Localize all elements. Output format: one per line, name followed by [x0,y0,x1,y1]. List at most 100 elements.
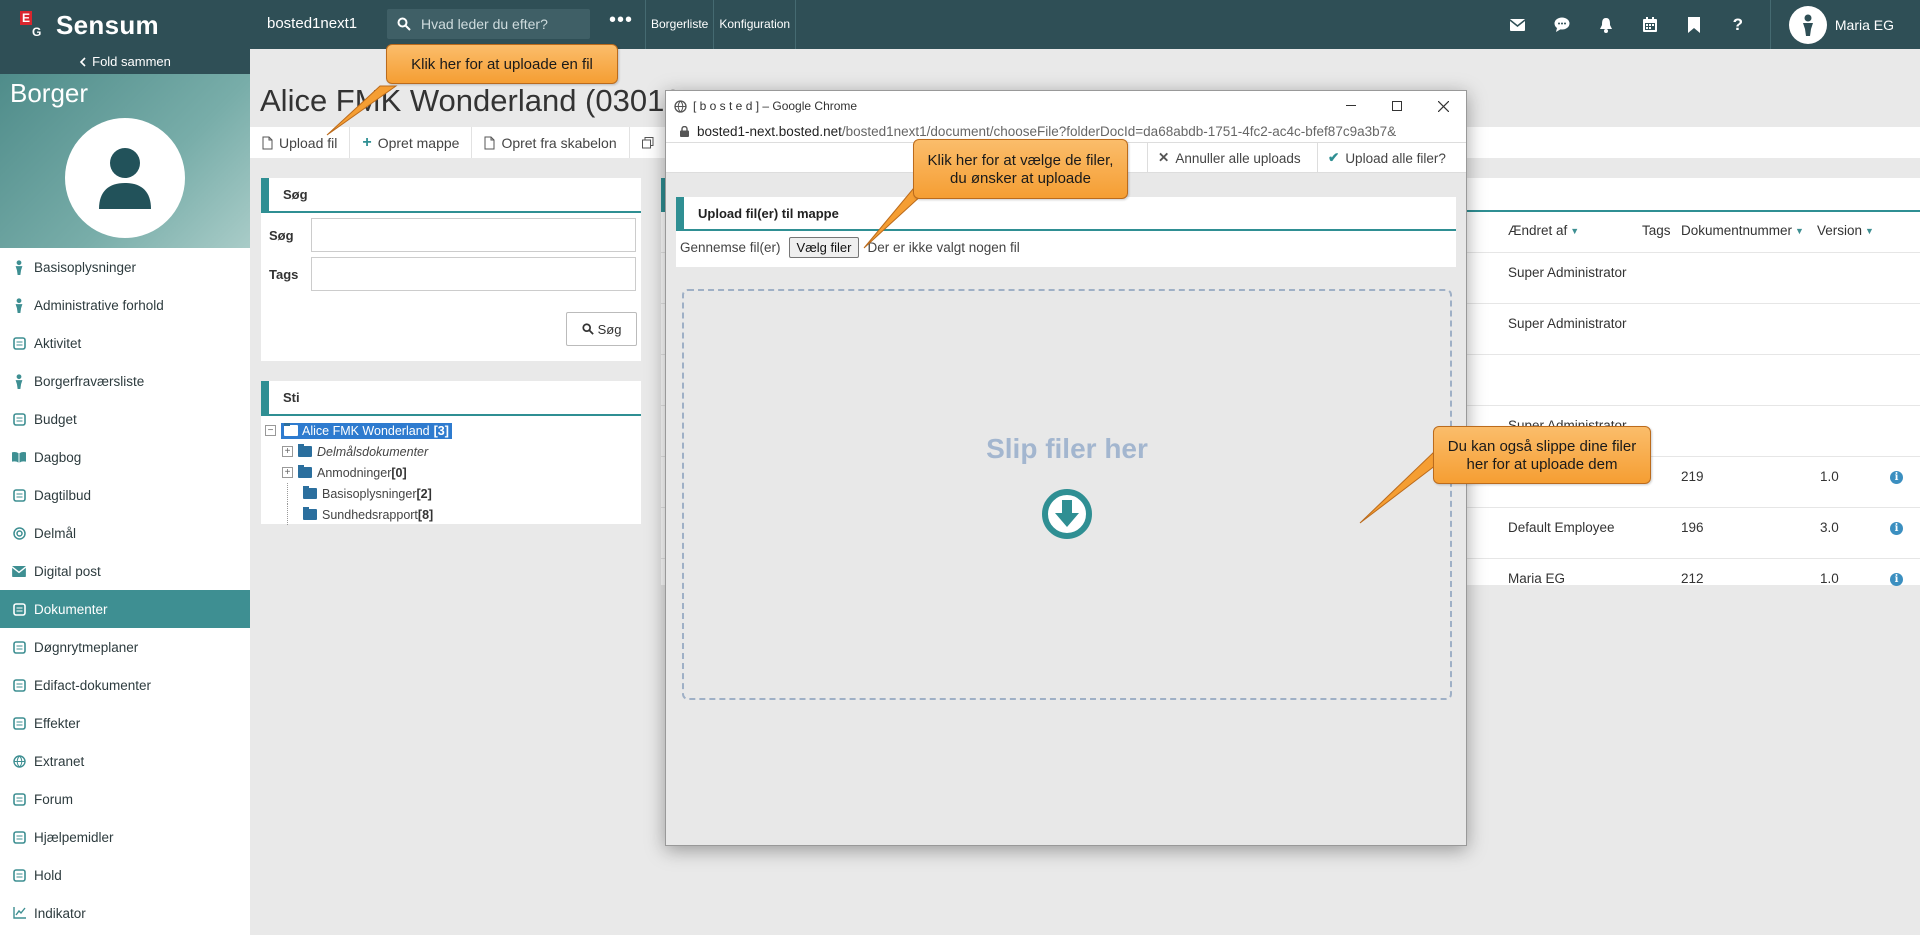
no-file-text: Der er ikke valgt nogen fil [867,240,1020,255]
search-button[interactable]: Søg [566,312,637,346]
lock-icon [680,126,689,137]
sidebar-item-borgerfraværsliste[interactable]: Borgerfraværsliste [0,362,250,400]
upload-label: Upload fil [279,134,338,151]
document-icon [12,602,26,616]
avatar [1788,5,1827,44]
info-icon[interactable]: i [1890,471,1903,484]
chevron-left-icon [79,56,86,67]
sidebar-item-label: Borgerfraværsliste [34,373,145,389]
create-from-template-button[interactable]: Opret fra skabelon [472,127,630,158]
column-header-document-number[interactable]: Dokumentnummer ▼ [1681,223,1804,238]
book-icon [12,450,26,464]
sidebar-item-budget[interactable]: Budget [0,400,250,438]
help-icon[interactable]: ? [1716,0,1760,49]
choose-files-button[interactable]: Vælg filer [788,237,860,258]
search-input[interactable] [421,16,581,32]
tags-field[interactable] [311,257,636,291]
sidebar-item-label: Dokumenter [34,601,108,617]
create-folder-button[interactable]: + Opret mappe [350,127,473,158]
copy-button[interactable] [630,127,666,158]
sidebar-item-døgnrytmeplaner[interactable]: Døgnrytmeplaner [0,628,250,666]
sidebar-item-indikator[interactable]: Indikator [0,894,250,932]
sidebar-item-aktivitet[interactable]: Aktivitet [0,324,250,362]
cancel-all-uploads-button[interactable]: ✕ Annuller alle uploads [1147,143,1311,173]
forum-icon [12,792,26,806]
sidebar-item-effekter[interactable]: Effekter [0,704,250,742]
from-template-label: Opret fra skabelon [501,134,617,151]
maximize-button[interactable] [1374,91,1420,121]
bookmark-icon[interactable] [1672,0,1716,49]
top-icons: ? Maria EG [1496,0,1920,49]
sidebar-item-edifact-dokumenter[interactable]: Edifact-dokumenter [0,666,250,704]
cancel-all-label: Annuller alle uploads [1175,150,1301,166]
app-logo[interactable]: E G Sensum [20,10,159,41]
tree-node[interactable]: + Delmålsdokumenter [265,441,641,462]
sidebar-item-label: Basisoplysninger [34,259,137,275]
tree-node[interactable]: Basisoplysninger [2] [265,483,641,504]
mail-icon[interactable] [1496,0,1540,49]
column-label: Version [1817,223,1863,238]
sidebar-item-dagtilbud[interactable]: Dagtilbud [0,476,250,514]
expand-icon[interactable]: + [282,446,293,457]
sort-icon: ▼ [1865,225,1874,236]
sidebar-item-extranet[interactable]: Extranet [0,742,250,780]
bell-icon[interactable] [1584,0,1628,49]
top-nav: Borgerliste Konfiguration [645,0,797,49]
calendar-icon[interactable] [1628,0,1672,49]
search-icon [582,323,594,335]
tree-root-label[interactable]: Alice FMK Wonderland [3] [281,422,452,439]
nav-borgerliste[interactable]: Borgerliste [646,0,715,49]
plus-icon: + [362,133,372,151]
sidebar-item-basisoplysninger[interactable]: Basisoplysninger [0,248,250,286]
minimize-button[interactable] [1328,91,1374,121]
close-button[interactable] [1420,91,1466,121]
drop-zone[interactable]: Slip filer her [682,289,1452,700]
tree-node[interactable]: + Anmodninger [0] [265,462,641,483]
tree-node[interactable]: Sundhedsrapport [8] [265,504,641,525]
column-header-tags[interactable]: Tags [1642,223,1671,238]
sidebar-item-hjælpemidler[interactable]: Hjælpemidler [0,818,250,856]
sidebar-item-dokumenter[interactable]: Dokumenter [0,590,250,628]
info-icon[interactable]: i [1890,573,1903,586]
column-header-version[interactable]: Version ▼ [1817,223,1874,238]
sidebar-item-label: Delmål [34,525,77,541]
upload-all-button[interactable]: ✔ Upload alle filer? [1317,143,1456,173]
more-menu-icon[interactable]: ••• [609,9,633,32]
collapse-icon[interactable]: − [265,425,276,436]
sidebar-item-delmål[interactable]: Delmål [0,514,250,552]
sidebar-item-dagbog[interactable]: Dagbog [0,438,250,476]
sidebar-item-label: Extranet [34,753,85,769]
search-field[interactable] [311,218,636,252]
sidebar-item-digital-post[interactable]: Digital post [0,552,250,590]
info-icon[interactable]: i [1890,522,1903,535]
tree-node-count: [0] [391,465,407,480]
file-icon [262,136,273,149]
sidebar-item-label: Dagtilbud [34,487,92,503]
upload-file-button[interactable]: Upload fil [250,127,351,158]
envelope-icon [12,564,26,578]
chat-icon[interactable] [1540,0,1584,49]
effects-icon [12,716,26,730]
x-icon: ✕ [1158,150,1170,165]
expand-icon[interactable]: + [282,467,293,478]
folder-tree: − Alice FMK Wonderland [3] + Delmålsdokume… [261,416,641,525]
global-search[interactable] [387,9,590,39]
upload-panel: Upload fil(er) til mappe Gennemse fil(er… [676,197,1456,267]
sidebar-item-label: Hold [34,867,62,883]
sidebar-item-administrative-forhold[interactable]: Administrative forhold [0,286,250,324]
folder-icon [303,486,317,499]
user-menu[interactable]: Maria EG [1771,0,1920,49]
folder-icon [284,423,298,436]
sidebar-nav: Basisoplysninger Administrative forhold Ak… [0,248,250,932]
sidebar-item-forum[interactable]: Forum [0,780,250,818]
column-header-changed-by[interactable]: Ændret af ▼ [1508,223,1579,238]
nav-konfiguration[interactable]: Konfiguration [714,0,797,49]
choose-callout-line2: du ønsker at uploade [950,170,1091,187]
tree-root[interactable]: − Alice FMK Wonderland [3] [265,420,641,441]
person-icon [12,373,26,389]
fold-sidebar-button[interactable]: Fold sammen [0,49,250,74]
tree-node-name: Basisoplysninger [322,486,417,501]
sidebar-item-hold[interactable]: Hold [0,856,250,894]
url-host: bosted1-next.bosted.net [697,124,842,139]
file-icon [484,136,495,149]
